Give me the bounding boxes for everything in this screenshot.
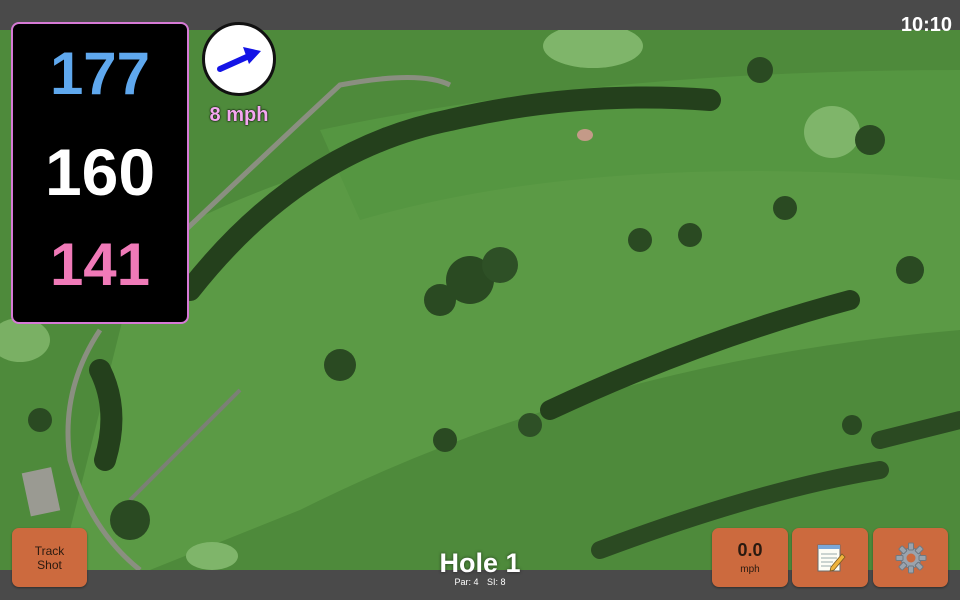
notepad-icon — [817, 544, 846, 572]
gear-icon — [895, 542, 926, 573]
hole-par: Par: 4 — [454, 577, 479, 587]
status-clock: 10:10 — [900, 14, 952, 36]
wind-arrow-icon — [217, 47, 261, 72]
speed-unit: mph — [740, 564, 760, 575]
distance-back: 177 — [49, 40, 151, 107]
notes-button[interactable] — [792, 528, 868, 587]
wind-speed: 8 mph — [209, 104, 269, 126]
hole-info: Par: 4 SI: 8 — [380, 577, 580, 587]
hole-title: Hole 1 — [439, 548, 521, 578]
speed-button[interactable]: 0.0 mph — [712, 528, 788, 587]
settings-button[interactable] — [873, 528, 948, 587]
track-shot-button[interactable]: Track Shot — [12, 528, 87, 587]
distance-middle: 160 — [44, 135, 156, 209]
track-shot-label: Track Shot — [34, 543, 65, 572]
hole-stroke-index: SI: 8 — [487, 577, 506, 587]
wind-direction-dial — [202, 22, 276, 96]
speed-value: 0.0 — [737, 540, 763, 560]
distance-panel: 177 160 141 — [11, 22, 189, 324]
distance-front: 141 — [49, 231, 151, 298]
